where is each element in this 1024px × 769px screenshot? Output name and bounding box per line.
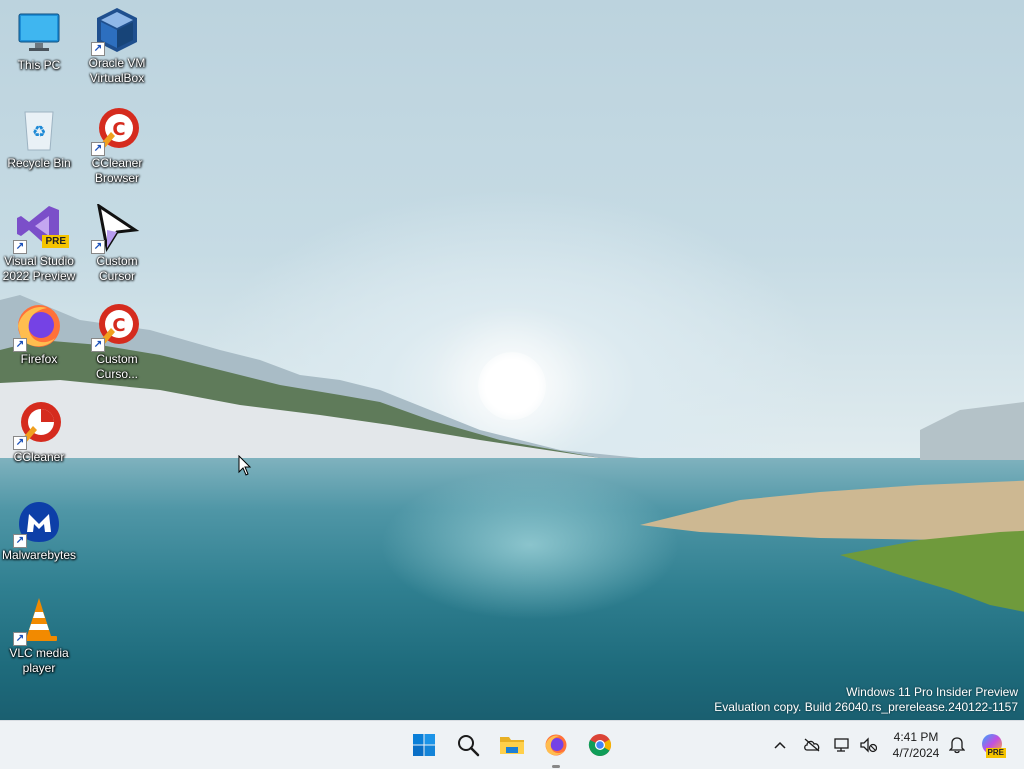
firefox-icon	[545, 734, 567, 756]
shortcut-arrow-icon: ↗	[91, 42, 105, 56]
copilot-preview-badge: PRE	[985, 748, 1006, 758]
shortcut-arrow-icon: ↗	[13, 632, 27, 646]
mouse-pointer-icon	[238, 455, 252, 476]
svg-text:C: C	[112, 315, 125, 336]
tray-notifications[interactable]	[946, 721, 968, 769]
taskbar-start-button[interactable]	[408, 729, 440, 761]
desktop-icon-ccleaner[interactable]: ↗ CCleaner	[0, 400, 78, 465]
onedrive-offline-icon	[804, 738, 820, 752]
virtualbox-icon: ↗	[91, 6, 141, 56]
desktop-icon-label: Oracle VM VirtualBox	[88, 56, 146, 85]
desktop-icon-custom-cursor[interactable]: ↗ Custom Cursor	[78, 202, 156, 284]
clock-time: 4:41 PM	[893, 730, 939, 744]
svg-text:C: C	[112, 119, 125, 140]
wallpaper-shore-right	[640, 402, 1024, 612]
shortcut-arrow-icon: ↗	[91, 240, 105, 254]
desktop-icon-label: This PC	[17, 58, 61, 72]
copilot-preview-icon: PRE	[980, 732, 1006, 758]
desktop-icon-visual-studio-preview[interactable]: PRE ↗ Visual Studio 2022 Preview	[0, 204, 78, 284]
firefox-icon: ↗	[13, 302, 63, 352]
desktop-icon-label: Visual Studio 2022 Preview	[2, 254, 76, 283]
ccleaner-browser-icon: C ↗	[91, 106, 141, 156]
taskbar: 4:41 PM 4/7/2024 PRE	[0, 720, 1024, 769]
search-icon	[458, 735, 480, 757]
tray-onedrive[interactable]	[800, 721, 824, 769]
taskbar-clock[interactable]: 4:41 PM 4/7/2024	[888, 729, 944, 761]
desktop-icon-label: CCleaner Browser	[91, 156, 143, 185]
desktop-icon-label: Custom Curso...	[95, 352, 138, 381]
shortcut-arrow-icon: ↗	[91, 338, 105, 352]
windows-start-icon	[413, 734, 435, 756]
ccleaner-cursor-icon: C ↗	[91, 302, 141, 352]
shortcut-arrow-icon: ↗	[13, 534, 27, 548]
desktop-icon-label: Malwarebytes	[1, 548, 77, 562]
desktop-icon-label: CCleaner	[13, 450, 65, 464]
network-icon	[834, 738, 849, 752]
vlc-cone-icon: ↗	[13, 596, 63, 646]
taskbar-search-button[interactable]	[452, 729, 484, 761]
desktop-icon-recycle-bin[interactable]: ♻ Recycle Bin	[0, 106, 78, 171]
taskbar-firefox-button[interactable]	[540, 729, 572, 768]
desktop-icon-label: Firefox	[20, 352, 58, 366]
shortcut-arrow-icon: ↗	[91, 142, 105, 156]
desktop-icon-malwarebytes[interactable]: ↗ Malwarebytes	[0, 498, 78, 563]
svg-text:♻: ♻	[32, 122, 46, 141]
volume-muted-icon	[860, 737, 877, 753]
chrome-icon	[588, 734, 611, 756]
shortcut-arrow-icon: ↗	[13, 436, 27, 450]
tray-overflow-button[interactable]	[770, 721, 790, 769]
folder-icon	[500, 737, 524, 754]
desktop-icon-label: Recycle Bin	[7, 156, 71, 170]
desktop-icon-label: VLC media player	[9, 646, 69, 675]
tray-volume[interactable]	[856, 721, 880, 769]
chevron-up-icon	[774, 741, 786, 749]
shortcut-arrow-icon: ↗	[13, 338, 27, 352]
evaluation-watermark: Windows 11 Pro Insider Preview Evaluatio…	[714, 685, 1018, 715]
watermark-build: Evaluation copy. Build 26040.rs_prerelea…	[714, 700, 1018, 714]
desktop-icon-vlc[interactable]: ↗ VLC media player	[0, 596, 78, 676]
ccleaner-icon: ↗	[13, 400, 63, 450]
preview-badge: PRE	[42, 235, 69, 248]
desktop-icon-ccleaner-browser[interactable]: C ↗ CCleaner Browser	[78, 106, 156, 186]
taskbar-file-explorer-button[interactable]	[496, 729, 528, 761]
computer-monitor-icon	[15, 8, 63, 56]
desktop-icon-virtualbox[interactable]: ↗ Oracle VM VirtualBox	[78, 6, 156, 86]
tray-copilot[interactable]: PRE	[978, 721, 1008, 769]
tray-network[interactable]	[832, 721, 854, 769]
recycle-bin-icon: ♻	[15, 106, 63, 154]
taskbar-chrome-button[interactable]	[584, 729, 616, 761]
desktop-icon-this-pc[interactable]: This PC	[0, 8, 78, 73]
desktop-icon-label: Custom Cursor	[96, 254, 138, 283]
desktop-icon-custom-cursor-ccleaner[interactable]: C ↗ Custom Curso...	[78, 302, 156, 382]
shortcut-arrow-icon: ↗	[13, 240, 27, 254]
visual-studio-preview-icon: PRE ↗	[13, 204, 69, 254]
watermark-edition: Windows 11 Pro Insider Preview	[846, 685, 1018, 699]
custom-cursor-icon: ↗	[91, 202, 141, 254]
malwarebytes-icon: ↗	[13, 498, 63, 548]
clock-date: 4/7/2024	[892, 746, 940, 760]
desktop-icon-firefox[interactable]: ↗ Firefox	[0, 302, 78, 367]
bell-icon	[949, 737, 965, 754]
